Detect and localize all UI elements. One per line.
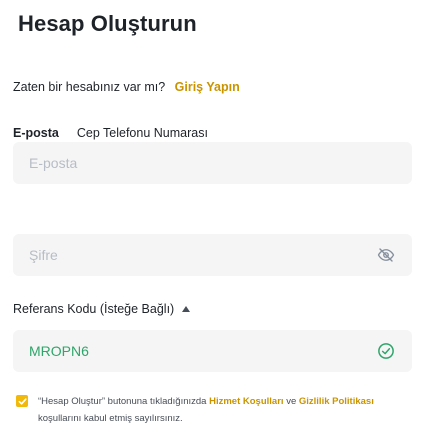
terms-checkbox[interactable] [16,395,28,407]
terms-text-part3: koşullarını kabul etmiş sayılırsınız. [38,413,183,424]
terms-text-part2: ve [286,396,297,407]
page-title: Hesap Oluşturun [18,11,197,36]
password-field-container [13,234,412,276]
referral-toggle[interactable]: Referans Kodu (İsteğe Bağlı) [13,302,191,316]
login-link[interactable]: Giriş Yapın [175,80,240,94]
terms-agreement: “Hesap Oluştur” butonuna tıkladığınızda … [16,393,416,427]
terms-text-part1: “Hesap Oluştur” butonuna tıkladığınızda [38,396,207,407]
caret-up-icon[interactable] [182,306,191,312]
email-field-container [13,142,412,184]
password-input[interactable] [29,247,376,263]
checkmark-icon [18,397,27,405]
terms-text: “Hesap Oluştur” butonuna tıkladığınızda … [38,393,416,427]
check-circle-icon [376,341,396,361]
referral-code-input[interactable] [29,343,376,359]
referral-field-container [13,330,412,372]
eye-off-icon[interactable] [376,245,396,265]
login-prompt-text: Zaten bir hesabınız var mı? [13,80,166,94]
privacy-policy-link[interactable]: Gizlilik Politikası [299,396,374,407]
email-input[interactable] [29,155,396,171]
login-prompt-row: Zaten bir hesabınız var mı? Giriş Yapın [13,80,240,94]
referral-label: Referans Kodu (İsteğe Bağlı) [13,302,175,316]
terms-of-service-link[interactable]: Hizmet Koşulları [209,396,283,407]
